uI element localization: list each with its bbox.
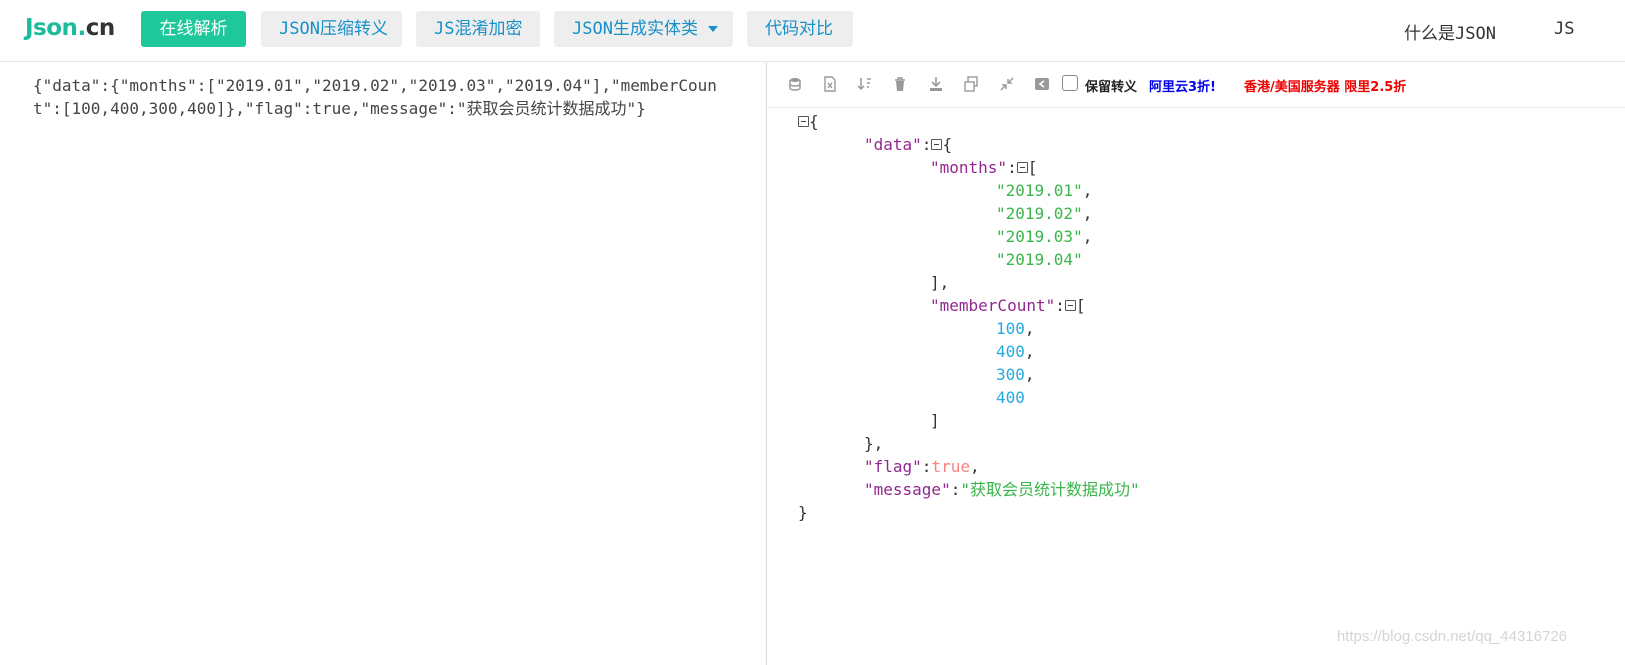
string-value: "2019.03" xyxy=(996,227,1083,246)
key-flag: "flag" xyxy=(864,457,922,476)
number-value: 400 xyxy=(996,342,1025,361)
viewer-toolbar: 保留转义 阿里云3折! 香港/美国服务器 限里2.5折 xyxy=(768,62,1625,108)
keep-escape-label[interactable]: 保留转义 xyxy=(1085,76,1137,95)
link-js[interactable]: JS xyxy=(1554,19,1574,39)
key-message: "message" xyxy=(864,480,951,499)
link-what-is-json[interactable]: 什么是JSON xyxy=(1404,19,1496,44)
nav-online-parse[interactable]: 在线解析 xyxy=(141,11,246,47)
compress-icon[interactable] xyxy=(999,76,1015,92)
tree-root-open: { xyxy=(798,110,819,133)
tree-array-close: ], xyxy=(930,273,950,292)
sort-icon[interactable] xyxy=(857,76,873,92)
excel-icon[interactable] xyxy=(822,76,838,92)
chevron-down-icon xyxy=(707,26,718,32)
nav-json-compress[interactable]: JSON压缩转义 xyxy=(261,11,402,47)
tree-row-data: "data":{ xyxy=(864,135,953,154)
nav-json-entity-label: JSON生成实体类 xyxy=(572,19,698,39)
string-value: "2019.04" xyxy=(996,250,1083,269)
tree-row-month-value: "2019.03", xyxy=(996,227,1093,246)
collapse-icon[interactable] xyxy=(1016,161,1028,173)
tree-row-months: "months":[ xyxy=(930,158,1038,177)
collapse-icon[interactable] xyxy=(931,138,943,150)
download-icon[interactable] xyxy=(928,76,944,92)
logo-dot: . xyxy=(77,15,86,41)
raw-json-editor[interactable]: {"data":{"months":["2019.01","2019.02","… xyxy=(0,62,767,665)
tree-row-flag: "flag":true, xyxy=(864,457,980,476)
tree-row-count-value: 400 xyxy=(996,386,1025,409)
keep-escape-checkbox[interactable] xyxy=(1062,75,1078,91)
key-months: "months" xyxy=(930,158,1008,177)
boolean-value: true xyxy=(931,457,970,476)
collapse-icon[interactable] xyxy=(798,115,809,127)
collapse-icon[interactable] xyxy=(1064,299,1076,311)
tree-row-month-value: "2019.02", xyxy=(996,204,1093,223)
tree-array-close: ] xyxy=(930,411,940,430)
number-value: 100 xyxy=(996,319,1025,338)
tree-row-message: "message":"获取会员统计数据成功" xyxy=(864,480,1140,499)
nav-code-compare[interactable]: 代码对比 xyxy=(747,11,853,47)
key-data: "data" xyxy=(864,135,922,154)
tree-row-month-value: "2019.01", xyxy=(996,181,1093,200)
logo[interactable]: Json.cn xyxy=(25,15,115,41)
trash-icon[interactable] xyxy=(892,76,908,92)
key-membercount: "memberCount" xyxy=(930,296,1056,315)
tree-row-count-value: 100, xyxy=(996,319,1035,338)
string-value: "2019.02" xyxy=(996,204,1083,223)
raw-json-text[interactable]: {"data":{"months":["2019.01","2019.02","… xyxy=(33,74,733,120)
nav-js-obfuscate[interactable]: JS混淆加密 xyxy=(416,11,540,47)
tree-row-month-value: "2019.04" xyxy=(996,248,1083,271)
tree-row-membercount: "memberCount":[ xyxy=(930,296,1086,315)
aliyun-promo-link[interactable]: 阿里云3折! xyxy=(1149,76,1216,95)
server-promo-link[interactable]: 香港/美国服务器 限里2.5折 xyxy=(1244,76,1406,95)
tree-object-close: }, xyxy=(864,434,884,453)
tree-row-count-value: 400, xyxy=(996,342,1035,361)
database-icon[interactable] xyxy=(787,76,803,92)
number-value: 300 xyxy=(996,365,1025,384)
copy-icon[interactable] xyxy=(963,76,979,92)
number-value: 400 xyxy=(996,388,1025,407)
back-icon[interactable] xyxy=(1034,76,1050,92)
logo-json: Json xyxy=(25,15,78,41)
watermark: https://blog.csdn.net/qq_44316726 xyxy=(1336,628,1567,645)
formatted-view: 保留转义 阿里云3折! 香港/美国服务器 限里2.5折 { "data":{ "… xyxy=(768,62,1625,665)
nav-json-entity[interactable]: JSON生成实体类 xyxy=(554,11,733,47)
logo-cn: cn xyxy=(85,15,116,41)
tree-root-close: } xyxy=(798,503,808,522)
top-nav: Json.cn 在线解析 JSON压缩转义 JS混淆加密 JSON生成实体类 代… xyxy=(0,0,1625,62)
tree-row-count-value: 300, xyxy=(996,365,1035,384)
string-value: "获取会员统计数据成功" xyxy=(960,480,1140,499)
string-value: "2019.01" xyxy=(996,181,1083,200)
